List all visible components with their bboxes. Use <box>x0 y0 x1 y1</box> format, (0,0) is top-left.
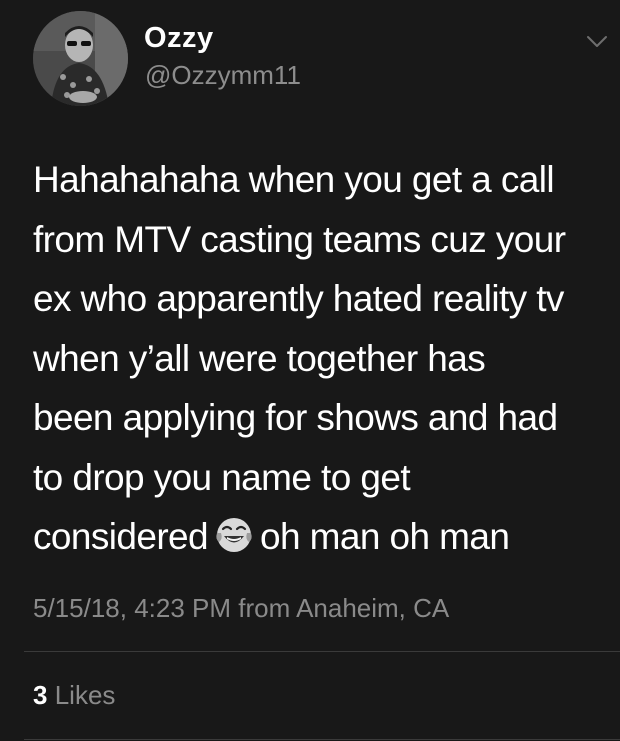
user-handle[interactable]: @Ozzymm11 <box>145 60 301 91</box>
tweet-timestamp[interactable]: 5/15/18, 4:23 PM <box>33 593 231 623</box>
tweet-text-line: when y’all were together has <box>33 337 486 379</box>
divider <box>24 739 620 740</box>
avatar-photo-icon <box>33 11 128 106</box>
face-with-tears-of-joy-icon <box>216 518 252 552</box>
likes-label: Likes <box>54 680 116 710</box>
likes-stat[interactable]: 3 Likes <box>33 680 115 711</box>
tweet-text-line: to drop you name to get <box>33 456 411 498</box>
tweet-metadata: 5/15/18, 4:23 PM from Anaheim, CA <box>33 593 449 624</box>
tweet-text-segment: considered <box>33 516 209 557</box>
tweet-text: Hahahahaha when you get a call from MTV … <box>33 150 613 567</box>
tweet-text-segment: oh man oh man <box>260 516 510 557</box>
tweet-text-line: been applying for shows and had <box>33 397 558 438</box>
tweet-text-line: Hahahahaha when you get a call <box>33 159 555 200</box>
chevron-down-icon[interactable] <box>586 34 608 50</box>
likes-count: 3 <box>33 680 48 710</box>
avatar[interactable] <box>33 11 128 106</box>
display-name[interactable]: Ozzy <box>144 22 214 55</box>
tweet-card: Ozzy @Ozzymm11 Hahahahaha when you get a… <box>0 0 620 741</box>
tweet-location[interactable]: Anaheim, CA <box>296 593 449 623</box>
from-label: from <box>238 593 291 623</box>
tweet-text-line: from MTV casting teams cuz your <box>33 218 566 260</box>
tweet-text-line: considered oh man oh man <box>33 507 613 567</box>
divider <box>24 651 620 652</box>
tweet-text-line: ex who apparently hated reality tv <box>33 278 564 319</box>
